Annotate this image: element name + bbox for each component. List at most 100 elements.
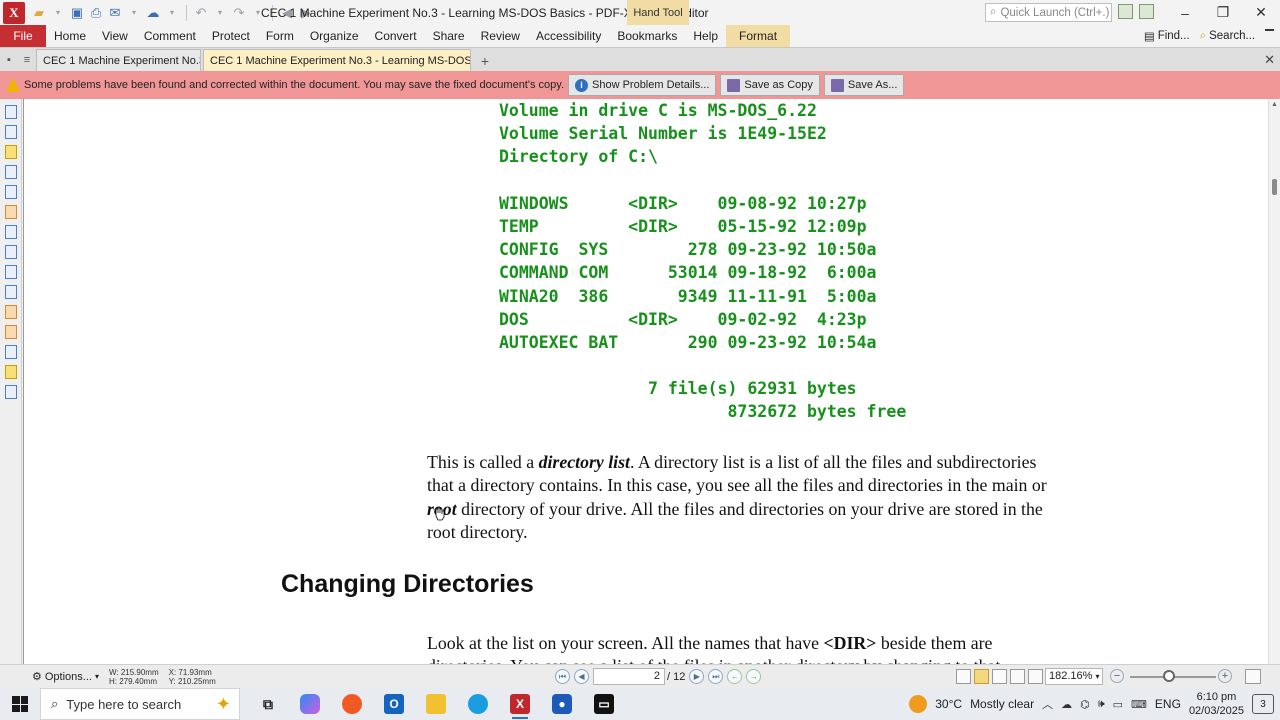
menu-organize[interactable]: Organize (302, 25, 367, 47)
menu-protect[interactable]: Protect (204, 25, 258, 47)
dropdown-arrow-icon[interactable]: ▾ (50, 5, 66, 21)
pages-icon[interactable] (5, 185, 17, 199)
clock[interactable]: 6:10 pm 02/03/2025 (1189, 690, 1244, 718)
menu-home[interactable]: Home (46, 25, 94, 47)
save-icon[interactable]: ▣ (69, 5, 85, 21)
restore-button[interactable]: ❐ (1204, 0, 1242, 25)
copilot-app[interactable] (294, 688, 326, 720)
destinations-icon[interactable] (5, 325, 17, 339)
weather-icon[interactable] (909, 695, 928, 713)
page-number-input[interactable]: 2 (593, 668, 665, 685)
scroll-up-icon[interactable]: ▲ (1269, 99, 1280, 109)
previous-view-button[interactable]: ← (727, 669, 743, 684)
first-page-button[interactable]: ⏮ (555, 669, 570, 684)
find-button[interactable]: ▤ Find... (1144, 29, 1190, 43)
weather-temperature[interactable]: 30°C (935, 697, 962, 711)
save-as-copy-button[interactable]: Save as Copy (720, 74, 820, 96)
new-tab-button[interactable]: + (475, 51, 495, 71)
options-button[interactable]: ⚙ Options... ▾ (32, 670, 99, 684)
menu-bookmarks[interactable]: Bookmarks (609, 25, 685, 47)
fullscreen-icon[interactable] (1139, 4, 1154, 19)
thumbnails-icon[interactable] (5, 125, 17, 139)
dropdown-arrow-icon[interactable]: ▾ (164, 5, 180, 21)
zoom-slider-thumb[interactable] (1162, 670, 1175, 682)
attachments-icon[interactable] (5, 165, 17, 179)
scrollbar-thumb[interactable] (1272, 179, 1277, 195)
keyboard-icon[interactable]: ⌨ (1131, 698, 1147, 711)
screen-recorder-app[interactable]: ● (546, 688, 578, 720)
taskbar-search-box[interactable]: ⌕ Type here to search ✦ (40, 688, 240, 720)
file-explorer-app[interactable] (420, 688, 452, 720)
language-indicator[interactable]: ENG (1155, 697, 1181, 711)
edge-app[interactable] (462, 688, 494, 720)
menu-form[interactable]: Form (258, 25, 302, 47)
firefox-app[interactable] (336, 688, 368, 720)
tags-icon[interactable] (5, 245, 17, 259)
full-screen-icon[interactable] (1245, 669, 1261, 684)
speaker-icon[interactable]: 🕪 (1098, 698, 1105, 711)
next-page-button[interactable]: ▶ (689, 669, 705, 684)
chevron-up-icon[interactable]: ︿ (1042, 696, 1053, 712)
save-as-button[interactable]: Save As... (823, 74, 905, 96)
notification-center-button[interactable]: 3 (1252, 694, 1274, 714)
bookmarks-icon[interactable] (5, 105, 17, 119)
close-document-icon[interactable]: ✕ (1264, 52, 1275, 68)
vertical-scrollbar[interactable]: ▲ (1268, 99, 1280, 664)
format-tab[interactable]: Format (726, 25, 791, 47)
cloud-icon[interactable]: ☁ (145, 5, 161, 21)
open-folder-icon[interactable]: ▰ (31, 5, 47, 21)
dropdown-arrow-icon[interactable]: ▾ (126, 5, 142, 21)
single-page-icon[interactable] (956, 669, 971, 684)
app-logo-icon[interactable]: X (3, 1, 25, 24)
zoom-out-button[interactable]: − (1110, 669, 1124, 683)
tab-document-1[interactable]: CEC 1 Machine Experiment No.3 (36, 49, 201, 71)
start-button[interactable] (0, 688, 40, 720)
show-problem-details-button[interactable]: i Show Problem Details... (568, 74, 717, 96)
weather-description[interactable]: Mostly clear (970, 697, 1034, 711)
pdf-xchange-app[interactable]: X (504, 688, 536, 720)
tab-list-icon[interactable]: ▪ (0, 49, 18, 71)
previous-page-button[interactable]: ◀ (574, 669, 589, 684)
dropdown-arrow-icon[interactable]: ▾ (212, 5, 228, 21)
file-menu[interactable]: File (0, 25, 46, 47)
layout-icon[interactable] (1118, 4, 1133, 19)
menu-comment[interactable]: Comment (136, 25, 204, 47)
continuous-facing-icon[interactable] (1010, 669, 1025, 684)
print-icon[interactable]: ⎙ (88, 5, 104, 21)
next-view-button[interactable]: → (746, 669, 762, 684)
onedrive-icon[interactable]: ☁ (1061, 698, 1072, 711)
comments-icon[interactable] (5, 145, 17, 159)
search-panel-icon[interactable] (5, 265, 17, 279)
quick-launch-input[interactable]: ⌕ Quick Launch (Ctrl+.) (985, 3, 1112, 22)
signatures-icon[interactable] (5, 365, 17, 379)
menu-convert[interactable]: Convert (367, 25, 425, 47)
continuous-page-icon[interactable] (974, 669, 989, 684)
facing-pages-icon[interactable] (992, 669, 1007, 684)
menu-view[interactable]: View (94, 25, 136, 47)
email-icon[interactable]: ✉ (107, 5, 123, 21)
last-page-button[interactable]: ⏭ (708, 669, 724, 684)
content-icon[interactable] (5, 205, 17, 219)
document-viewport[interactable]: Volume in drive C is MS-DOS_6.22 Volume S… (23, 99, 1268, 664)
zoom-in-button[interactable]: + (1218, 669, 1232, 683)
collapse-ribbon-icon[interactable]: ▔ (1265, 29, 1274, 43)
outlook-app[interactable]: O (378, 688, 410, 720)
structure-icon[interactable] (5, 285, 17, 299)
menu-share[interactable]: Share (425, 25, 473, 47)
menu-icon[interactable]: ≡ (18, 49, 36, 71)
terminal-app[interactable]: ▭ (588, 688, 620, 720)
menu-accessibility[interactable]: Accessibility (528, 25, 609, 47)
battery-icon[interactable]: ▭ (1113, 698, 1123, 711)
zoom-level-select[interactable]: 182.16% ▾ (1045, 668, 1103, 685)
close-button[interactable]: ✕ (1242, 0, 1280, 25)
tab-document-2[interactable]: CEC 1 Machine Experiment No.3 - Learning… (203, 49, 471, 71)
menu-help[interactable]: Help (685, 25, 726, 47)
layers-icon[interactable] (5, 225, 17, 239)
minimize-button[interactable]: – (1166, 0, 1204, 25)
menu-review[interactable]: Review (473, 25, 528, 47)
network-icon[interactable]: ⌬ (1080, 698, 1090, 711)
properties-icon[interactable] (5, 385, 17, 399)
search-button[interactable]: ⌕ Search... (1200, 30, 1255, 43)
links-icon[interactable] (5, 305, 17, 319)
undo-icon[interactable]: ↶ (193, 5, 209, 21)
